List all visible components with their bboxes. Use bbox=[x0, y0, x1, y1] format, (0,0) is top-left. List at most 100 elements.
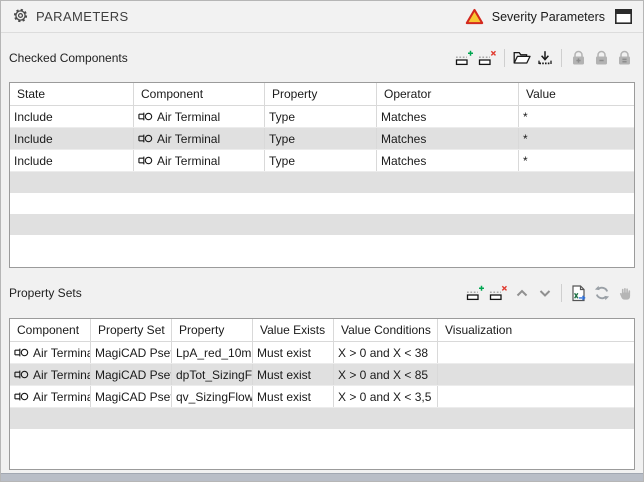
basket-equal-button[interactable] bbox=[614, 48, 635, 68]
remove-row-button[interactable] bbox=[488, 283, 509, 303]
open-folder-button[interactable] bbox=[511, 48, 532, 68]
component-cell[interactable]: Air Terminal bbox=[10, 342, 91, 363]
add-row-button[interactable] bbox=[465, 283, 486, 303]
visualization-cell[interactable] bbox=[438, 386, 634, 407]
value-cell[interactable]: * bbox=[519, 150, 634, 171]
column-header-value: Value bbox=[519, 83, 634, 105]
move-down-button[interactable] bbox=[534, 283, 555, 303]
panel-title: PARAMETERS bbox=[36, 9, 129, 24]
severity-warning-triangle-icon[interactable] bbox=[465, 8, 484, 25]
empty-row-stripe bbox=[10, 214, 634, 235]
refresh-button[interactable] bbox=[591, 283, 612, 303]
air-terminal-icon bbox=[138, 111, 153, 122]
table-empty-area bbox=[10, 235, 634, 267]
property-cell[interactable]: LpA_red_10m2_s... bbox=[172, 342, 253, 363]
severity-parameters-label: Severity Parameters bbox=[492, 10, 605, 24]
panel-bottom-splitter[interactable] bbox=[1, 473, 643, 481]
value-exists-cell[interactable]: Must exist bbox=[253, 364, 334, 385]
import-button[interactable] bbox=[534, 48, 555, 68]
window-layout-button[interactable] bbox=[613, 8, 633, 26]
table-row[interactable]: Air Terminal MagiCAD Pset_... qv_SizingF… bbox=[10, 386, 634, 408]
component-cell-label: Air Terminal bbox=[33, 368, 91, 382]
component-cell-label: Air Terminal bbox=[157, 110, 220, 124]
basket-minus-button[interactable] bbox=[591, 48, 612, 68]
value-conditions-cell[interactable]: X > 0 and X < 3,5 bbox=[334, 386, 438, 407]
remove-row-button[interactable] bbox=[477, 48, 498, 68]
state-cell[interactable]: Include bbox=[10, 128, 134, 149]
gear-icon bbox=[12, 7, 29, 27]
checked-components-table: State Component Property Operator Value … bbox=[9, 82, 635, 268]
parameters-panel: PARAMETERS Severity Parameters Checked C… bbox=[0, 0, 644, 482]
add-row-button[interactable] bbox=[454, 48, 475, 68]
state-cell[interactable]: Include bbox=[10, 106, 134, 127]
table-row[interactable]: Include Air Terminal Type Matches * bbox=[10, 128, 634, 150]
air-terminal-icon bbox=[138, 155, 153, 166]
column-header-operator: Operator bbox=[377, 83, 519, 105]
move-up-button[interactable] bbox=[511, 283, 532, 303]
property-cell[interactable]: Type bbox=[265, 150, 377, 171]
value-conditions-cell[interactable]: X > 0 and X < 38 bbox=[334, 342, 438, 363]
component-cell[interactable]: Air Terminal bbox=[134, 128, 265, 149]
property-set-cell[interactable]: MagiCAD Pset_... bbox=[91, 364, 172, 385]
visualization-cell[interactable] bbox=[438, 342, 634, 363]
property-cell[interactable]: dpTot_SizingFlo... bbox=[172, 364, 253, 385]
property-cell[interactable]: qv_SizingFlow_ms bbox=[172, 386, 253, 407]
air-terminal-icon bbox=[14, 391, 29, 402]
empty-row-stripe bbox=[10, 172, 634, 193]
table-row[interactable]: Include Air Terminal Type Matches * bbox=[10, 150, 634, 172]
property-set-cell[interactable]: MagiCAD Pset_... bbox=[91, 386, 172, 407]
excel-export-button[interactable] bbox=[568, 283, 589, 303]
checked-components-label: Checked Components bbox=[9, 51, 128, 65]
component-cell[interactable]: Air Terminal bbox=[134, 106, 265, 127]
value-exists-cell[interactable]: Must exist bbox=[253, 342, 334, 363]
value-cell[interactable]: * bbox=[519, 128, 634, 149]
panel-title-bar: PARAMETERS Severity Parameters bbox=[1, 1, 643, 33]
column-header-property: Property bbox=[172, 319, 253, 341]
table-header-row: State Component Property Operator Value bbox=[10, 83, 634, 106]
property-sets-table: Component Property Set Property Value Ex… bbox=[9, 318, 635, 470]
property-sets-label: Property Sets bbox=[9, 286, 82, 300]
operator-cell[interactable]: Matches bbox=[377, 128, 519, 149]
value-exists-cell[interactable]: Must exist bbox=[253, 386, 334, 407]
component-cell[interactable]: Air Terminal bbox=[10, 364, 91, 385]
checked-components-section-header: Checked Components bbox=[1, 33, 643, 82]
air-terminal-icon bbox=[14, 369, 29, 380]
property-set-cell[interactable]: MagiCAD Pset_... bbox=[91, 342, 172, 363]
toolbar-separator bbox=[561, 49, 562, 67]
air-terminal-icon bbox=[14, 347, 29, 358]
value-conditions-cell[interactable]: X > 0 and X < 85 bbox=[334, 364, 438, 385]
property-cell[interactable]: Type bbox=[265, 128, 377, 149]
column-header-state: State bbox=[10, 83, 134, 105]
toolbar-separator bbox=[504, 49, 505, 67]
component-cell-label: Air Terminal bbox=[157, 132, 220, 146]
table-row[interactable]: Include Air Terminal Type Matches * bbox=[10, 106, 634, 128]
property-cell[interactable]: Type bbox=[265, 106, 377, 127]
air-terminal-icon bbox=[138, 133, 153, 144]
visualization-cell[interactable] bbox=[438, 364, 634, 385]
operator-cell[interactable]: Matches bbox=[377, 106, 519, 127]
hand-button[interactable] bbox=[614, 283, 635, 303]
table-empty-area bbox=[10, 429, 634, 469]
toolbar-separator bbox=[561, 284, 562, 302]
empty-row-stripe bbox=[10, 408, 634, 429]
table-header-row: Component Property Set Property Value Ex… bbox=[10, 319, 634, 342]
component-cell-label: Air Terminal bbox=[157, 154, 220, 168]
column-header-property: Property bbox=[265, 83, 377, 105]
component-cell[interactable]: Air Terminal bbox=[134, 150, 265, 171]
property-sets-toolbar bbox=[465, 283, 635, 303]
column-header-component: Component bbox=[134, 83, 265, 105]
state-cell[interactable]: Include bbox=[10, 150, 134, 171]
basket-plus-button[interactable] bbox=[568, 48, 589, 68]
component-cell-label: Air Terminal bbox=[33, 346, 91, 360]
column-header-visualization: Visualization bbox=[438, 319, 634, 341]
column-header-component: Component bbox=[10, 319, 91, 341]
table-row[interactable]: Air Terminal MagiCAD Pset_... dpTot_Sizi… bbox=[10, 364, 634, 386]
column-header-value-conditions: Value Conditions bbox=[334, 319, 438, 341]
operator-cell[interactable]: Matches bbox=[377, 150, 519, 171]
checked-components-toolbar bbox=[454, 48, 635, 68]
component-cell-label: Air Terminal bbox=[33, 390, 91, 404]
table-row[interactable]: Air Terminal MagiCAD Pset_... LpA_red_10… bbox=[10, 342, 634, 364]
value-cell[interactable]: * bbox=[519, 106, 634, 127]
empty-row-stripe bbox=[10, 193, 634, 214]
component-cell[interactable]: Air Terminal bbox=[10, 386, 91, 407]
